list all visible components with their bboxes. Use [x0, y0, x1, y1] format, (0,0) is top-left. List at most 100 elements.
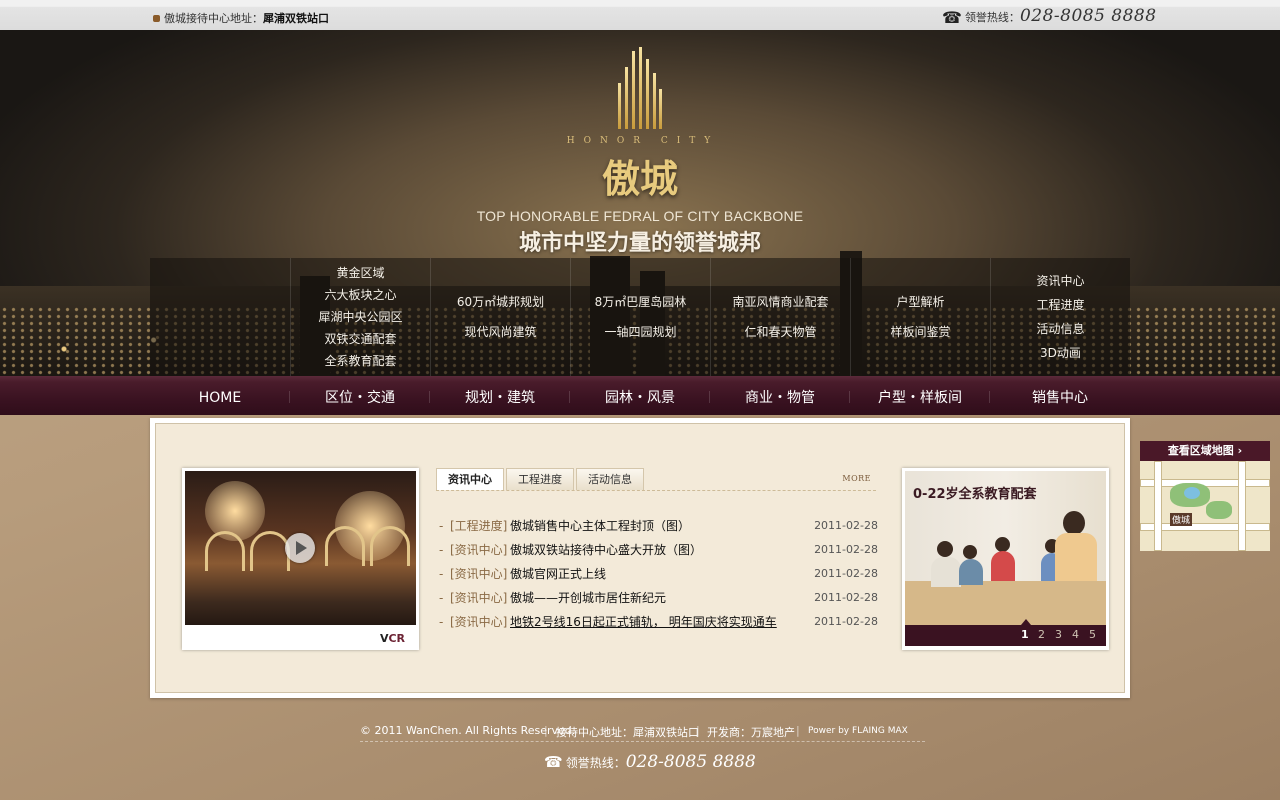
news-divider: [436, 490, 876, 491]
play-icon[interactable]: [285, 533, 315, 563]
footer-developer: 开发商：万宸地产: [707, 726, 795, 739]
nav-planning[interactable]: 规划・建筑: [430, 376, 570, 415]
nav-garden[interactable]: 园林・风景: [570, 376, 710, 415]
submenu-link[interactable]: 犀湖中央公园区: [318, 306, 402, 328]
education-slideshow: 0-22岁全系教育配套 1 2 3 4 5: [902, 468, 1109, 650]
more-link[interactable]: MORE: [842, 474, 871, 483]
content-panel: VCR 资讯中心 工程进度 活动信息 MORE - [工程进度] 傲城销售中心主…: [150, 418, 1130, 698]
submenu-link[interactable]: 样板间鉴赏: [890, 317, 950, 347]
submenu-column-home: [150, 258, 290, 376]
content-inner: VCR 资讯中心 工程进度 活动信息 MORE - [工程进度] 傲城销售中心主…: [155, 423, 1125, 693]
submenu-column-planning: 60万㎡城邦规划 现代风尚建筑: [430, 258, 570, 376]
news-item[interactable]: - [工程进度] 傲城销售中心主体工程封顶（图） 2011-02-28: [436, 514, 878, 538]
nav-sales[interactable]: 销售中心: [990, 376, 1130, 415]
nav-home[interactable]: HOME: [150, 376, 290, 415]
pager-page[interactable]: 1: [1021, 628, 1029, 641]
honor-city-logo-icon: [618, 47, 662, 129]
vcr-label: VCR: [379, 632, 405, 645]
news-category[interactable]: [资讯中心]: [450, 538, 507, 562]
submenu-link[interactable]: 60万㎡城邦规划: [457, 287, 544, 317]
map-label: 傲城: [1170, 513, 1193, 526]
address-value: 犀浦双铁站口: [263, 12, 329, 25]
submenu-link[interactable]: 8万㎡巴厘岛园林: [595, 287, 687, 317]
footer-info: © 2011 WanChen. All Rights Reserved. | 接…: [360, 722, 925, 742]
submenu-link[interactable]: 黄金区域: [336, 262, 384, 284]
slogan-english: TOP HONORABLE FEDRAL OF CITY BACKBONE: [476, 208, 804, 224]
submenu-column-floorplan: 户型解析 样板间鉴赏: [850, 258, 990, 376]
submenu-column-commerce: 南亚风情商业配套 仁和春天物管: [710, 258, 850, 376]
bullet-icon: [153, 15, 160, 22]
submenu-link[interactable]: 全系教育配套: [324, 350, 396, 372]
brand-english: HONOR CITY: [566, 136, 720, 146]
slogan-chinese: 城市中坚力量的领誉城邦: [518, 231, 761, 256]
news-date: 2011-02-28: [814, 615, 878, 628]
top-bar: 傲城接待中心地址：犀浦双铁站口 ☎ 领誉热线：028-8085 8888: [0, 0, 1280, 30]
area-map-thumbnail[interactable]: 傲城: [1140, 461, 1270, 551]
submenu-link[interactable]: 双铁交通配套: [324, 328, 396, 350]
reception-address: 傲城接待中心地址：犀浦双铁站口: [153, 10, 329, 26]
phone-icon: ☎: [544, 753, 563, 771]
pager-page[interactable]: 4: [1072, 628, 1079, 641]
video-card[interactable]: VCR: [182, 468, 419, 650]
submenu-column-location: 黄金区域 六大板块之心 犀湖中央公园区 双铁交通配套 全系教育配套: [290, 258, 430, 376]
submenu-link[interactable]: 工程进度: [1036, 293, 1084, 317]
hotline-label: 领誉热线：: [964, 11, 1020, 24]
news-title[interactable]: 傲城——开创城市居住新纪元: [510, 586, 666, 610]
news-item[interactable]: - [资讯中心] 傲城——开创城市居住新纪元 2011-02-28: [436, 586, 878, 610]
address-label: 傲城接待中心地址：: [164, 12, 263, 25]
copyright: © 2011 WanChen. All Rights Reserved.: [360, 724, 576, 737]
pager-page[interactable]: 3: [1055, 628, 1062, 641]
news-title[interactable]: 地铁2号线16日起正式铺轨， 明年国庆将实现通车: [510, 610, 777, 634]
submenu-link[interactable]: 户型解析: [896, 287, 944, 317]
news-title[interactable]: 傲城官网正式上线: [510, 562, 606, 586]
powered-by[interactable]: Power by FLAING MAX: [808, 726, 908, 736]
pager-page[interactable]: 5: [1089, 628, 1096, 641]
submenu-column-sales: 资讯中心 工程进度 活动信息 3D动画: [990, 258, 1130, 376]
news-date: 2011-02-28: [814, 567, 878, 580]
news-item[interactable]: - [资讯中心] 傲城官网正式上线 2011-02-28: [436, 562, 878, 586]
submenu-link[interactable]: 六大板块之心: [324, 284, 396, 306]
footer-hotline-label: 领誉热线：: [565, 756, 626, 770]
submenu-link[interactable]: 3D动画: [1040, 341, 1081, 365]
tab-progress[interactable]: 工程进度: [506, 468, 574, 490]
nav-commerce[interactable]: 商业・物管: [710, 376, 850, 415]
submenu-link[interactable]: 资讯中心: [1036, 269, 1084, 293]
top-hotline: ☎ 领誉热线：028-8085 8888: [942, 6, 1157, 27]
footer-reception: 接待中心地址：犀浦双铁站口: [556, 726, 699, 739]
news-category[interactable]: [资讯中心]: [450, 610, 507, 634]
submenu-link[interactable]: 一轴四园规划: [604, 317, 676, 347]
area-map-widget[interactable]: 查看区域地图 › 傲城: [1140, 441, 1270, 551]
news-module: 资讯中心 工程进度 活动信息 MORE - [工程进度] 傲城销售中心主体工程封…: [436, 468, 878, 648]
nav-floorplan[interactable]: 户型・样板间: [850, 376, 990, 415]
video-thumbnail[interactable]: [185, 471, 416, 625]
education-title: 0-22岁全系教育配套: [913, 487, 1037, 502]
submenu-panel: 黄金区域 六大板块之心 犀湖中央公园区 双铁交通配套 全系教育配套 60万㎡城邦…: [150, 258, 1130, 376]
news-category[interactable]: [工程进度]: [450, 514, 507, 538]
news-category[interactable]: [资讯中心]: [450, 562, 507, 586]
pager-page[interactable]: 2: [1038, 628, 1045, 641]
submenu-link[interactable]: 仁和春天物管: [744, 317, 816, 347]
hotline-number: 028-8085 8888: [1019, 6, 1157, 26]
news-title[interactable]: 傲城销售中心主体工程封顶（图）: [510, 514, 690, 538]
phone-icon: ☎: [942, 8, 962, 27]
footer-hotline-number: 028-8085 8888: [625, 752, 756, 772]
news-date: 2011-02-28: [814, 519, 878, 532]
news-item[interactable]: - [资讯中心] 傲城双铁站接待中心盛大开放（图） 2011-02-28: [436, 538, 878, 562]
tab-events[interactable]: 活动信息: [576, 468, 644, 490]
brand-chinese: 傲城: [601, 157, 678, 201]
news-date: 2011-02-28: [814, 591, 878, 604]
main-nav: HOME 区位・交通 规划・建筑 园林・风景 商业・物管 户型・样板间 销售中心: [0, 376, 1280, 415]
footer-hotline: ☎ 领誉热线：028-8085 8888: [544, 752, 756, 772]
news-date: 2011-02-28: [814, 543, 878, 556]
tab-news-center[interactable]: 资讯中心: [436, 468, 504, 490]
education-photo[interactable]: 0-22岁全系教育配套: [905, 471, 1106, 625]
news-category[interactable]: [资讯中心]: [450, 586, 507, 610]
submenu-link[interactable]: 活动信息: [1036, 317, 1084, 341]
submenu-link[interactable]: 南亚风情商业配套: [732, 287, 828, 317]
news-item[interactable]: - [资讯中心] 地铁2号线16日起正式铺轨， 明年国庆将实现通车 2011-0…: [436, 610, 878, 634]
nav-location[interactable]: 区位・交通: [290, 376, 430, 415]
submenu-column-garden: 8万㎡巴厘岛园林 一轴四园规划: [570, 258, 710, 376]
submenu-link[interactable]: 现代风尚建筑: [464, 317, 536, 347]
view-map-button[interactable]: 查看区域地图 ›: [1140, 441, 1270, 461]
news-title[interactable]: 傲城双铁站接待中心盛大开放（图）: [510, 538, 702, 562]
